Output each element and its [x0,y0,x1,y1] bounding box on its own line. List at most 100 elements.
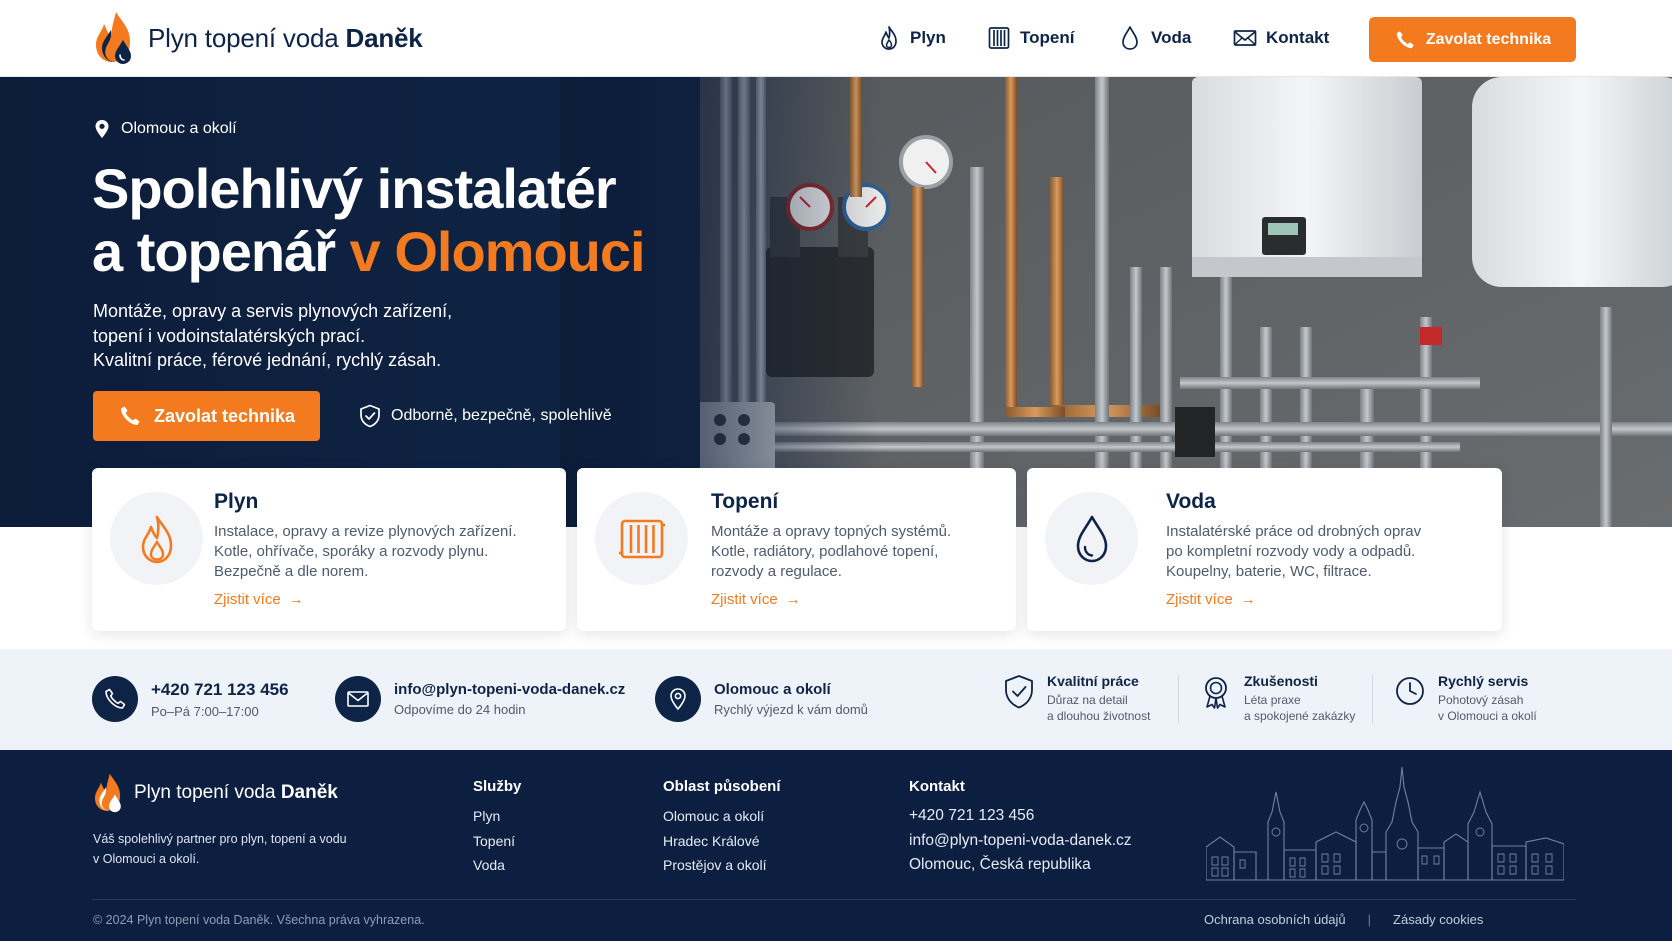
call-technician-button[interactable]: Zavolat technika [1369,17,1576,62]
contact-email-address: info@plyn-topeni-voda-danek.cz [394,681,626,698]
service-description: rozvody a regulace. [711,563,842,580]
hero-description-line: Montáže, opravy a servis plynových zaříz… [93,301,453,321]
service-description: Bezpečně a dle norem. [214,563,369,580]
hero-location-label: Olomouc a okolí [121,120,237,137]
hero-trust-badge: Odborně, bezpečně, spolehlivě [359,404,612,428]
nav-label-plyn: Plyn [910,28,946,47]
contact-phone[interactable]: +420 721 123 456 Po–Pá 7:00–17:00 [92,676,289,722]
nav-label-topeni: Topení [1020,28,1075,47]
service-description: Instalatérské práce od drobných oprav [1166,523,1422,540]
hero-description-line: Kvalitní práce, férové jednání, rychlý z… [93,350,442,370]
learn-more-label: Zjistit více [711,591,778,608]
feature-line: a spokojené zakázky [1244,709,1356,723]
logo-flame-drop-icon [96,12,131,64]
divider [1178,675,1179,723]
shield-check-icon [1005,675,1033,709]
service-icon-wrap [110,492,203,585]
contact-email[interactable]: info@plyn-topeni-voda-danek.cz Odpovíme … [335,676,625,722]
map-pin-icon [670,688,686,711]
nav-item-topeni[interactable]: Topení [987,25,1074,51]
contact-phone-hours: Po–Pá 7:00–17:00 [151,703,259,719]
footer-link-plyn[interactable]: Plyn [473,804,521,829]
footer-link-prostejov[interactable]: Prostějov a okolí [663,853,781,878]
phone-icon [105,688,126,709]
feature-title: Kvalitní práce [1047,673,1139,689]
logo-name: Daněk [345,22,423,53]
nav-label-voda: Voda [1151,28,1192,47]
water-drop-icon [1122,26,1138,50]
radiator-icon [988,27,1010,49]
feature-quality: Kvalitní práce Důraz na detail a dlouhou… [1003,673,1150,724]
hero-trust-label: Odborně, bezpečně, spolehlivě [391,407,612,424]
service-card-voda[interactable]: Voda Instalatérské práce od drobných opr… [1027,468,1502,631]
hero-gradient-overlay [560,77,880,527]
footer-link-hradec-kralove[interactable]: Hradec Králové [663,829,781,854]
footer-contact-email[interactable]: info@plyn-topeni-voda-danek.cz [909,829,1132,854]
flame-icon [881,26,897,50]
clock-icon [1396,677,1424,705]
contact-info-band: +420 721 123 456 Po–Pá 7:00–17:00 info@p… [0,649,1672,750]
footer-link-voda[interactable]: Voda [473,853,521,878]
nav-item-kontakt[interactable]: Kontakt [1233,25,1329,51]
service-title: Plyn [214,490,259,513]
arrow-right-icon: → [288,591,304,608]
arrow-right-icon: → [1240,591,1256,608]
footer-column-title: Služby [473,778,522,795]
award-icon [1205,677,1227,709]
cookie-policy-link[interactable]: Zásady cookies [1393,912,1483,927]
nav-item-plyn[interactable]: Plyn [877,25,946,51]
service-description: Montáže a opravy topných systémů. [711,523,952,540]
hero-call-technician-button[interactable]: Zavolat technika [93,391,320,441]
footer-contact-address: Olomouc, Česká republika [909,856,1091,873]
phone-icon-circle [92,676,138,722]
footer-link-topeni[interactable]: Topení [473,829,521,854]
divider [1372,675,1373,723]
footer-about-line: v Olomouci a okolí. [93,852,200,866]
contact-email-note: Odpovíme do 24 hodin [394,702,526,717]
envelope-icon [1233,30,1257,46]
learn-more-link[interactable]: Zjistit více → [1166,591,1421,608]
privacy-policy-link[interactable]: Ochrana osobních údajů [1204,912,1346,927]
service-title: Topení [711,490,779,513]
footer-about-line: Váš spolehlivý partner pro plyn, topení … [93,832,347,846]
feature-line: Pohotový zásah [1438,693,1524,707]
feature-line: v Olomouci a okolí [1438,709,1537,723]
logo-flame-drop-icon [94,773,121,813]
radiator-icon [618,519,665,558]
olomouc-skyline-illustration [1206,766,1564,881]
service-description: Kotle, ohřívače, sporáky a rozvody plynu… [214,543,489,560]
separator: | [1367,912,1372,927]
service-title: Voda [1166,490,1216,513]
footer-column-services: Služby Plyn Topení Voda [473,778,521,878]
learn-more-label: Zjistit více [214,591,281,608]
nav-item-voda[interactable]: Voda [1118,25,1191,51]
map-pin-icon-circle [655,676,701,722]
site-footer: Plyn topení voda Daněk Váš spolehlivý pa… [0,750,1672,941]
hero-title: Spolehlivý instalatér a topenář v Olomou… [92,157,646,283]
call-technician-label: Zavolat technika [1425,30,1552,48]
phone-icon [120,406,140,425]
footer-column-contact: Kontakt +420 721 123 456 info@plyn-topen… [909,778,1132,878]
logo[interactable]: Plyn topení voda Daněk [92,10,423,66]
footer-column-area: Oblast působení Olomouc a okolí Hradec K… [663,778,781,878]
map-pin-icon [95,120,109,138]
footer-logo[interactable]: Plyn topení voda Daněk [92,772,338,814]
footer-contact-phone[interactable]: +420 721 123 456 [909,804,1132,829]
service-description: Instalace, opravy a revize plynových zař… [214,523,517,540]
footer-link-olomouc[interactable]: Olomouc a okolí [663,804,781,829]
footer-logo-name: Daněk [280,782,338,803]
feature-fast-service: Rychlý servis Pohotový zásah v Olomouci … [1394,673,1537,724]
contact-area: Olomouc a okolí Rychlý výjezd k vám domů [655,676,868,722]
footer-divider [92,899,1576,900]
service-card-topeni[interactable]: Topení Montáže a opravy topných systémů.… [577,468,1016,631]
phone-icon [1396,30,1414,48]
learn-more-link[interactable]: Zjistit více → [711,591,951,608]
service-card-plyn[interactable]: Plyn Instalace, opravy a revize plynovýc… [92,468,566,631]
learn-more-link[interactable]: Zjistit více → [214,591,517,608]
copyright: © 2024 Plyn topení voda Daněk. Všechna p… [93,913,425,927]
hero-section: Olomouc a okolí Spolehlivý instalatér a … [0,77,1672,527]
service-description: Kotle, radiátory, podlahové topení, [711,543,939,560]
feature-title: Rychlý servis [1438,673,1529,689]
contact-phone-number: +420 721 123 456 [151,679,289,699]
hero-description: Montáže, opravy a servis plynových zaříz… [93,299,452,373]
